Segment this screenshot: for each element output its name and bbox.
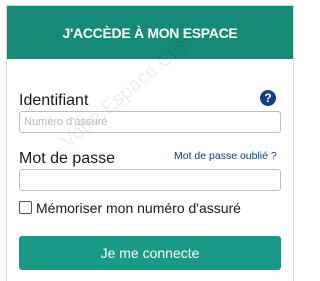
remember-label[interactable]: Mémoriser mon numéro d'assuré	[36, 200, 241, 216]
password-input[interactable]	[19, 169, 281, 191]
identifier-input[interactable]	[19, 111, 281, 133]
forgot-password-link[interactable]: Mot de passe oublié ?	[174, 150, 277, 162]
login-title: J'ACCÈDE À MON ESPACE	[62, 24, 238, 41]
login-card: J'ACCÈDE À MON ESPACE Votre Espace Clien…	[6, 5, 294, 281]
remember-checkbox[interactable]	[19, 201, 32, 214]
login-header: J'ACCÈDE À MON ESPACE	[7, 6, 293, 59]
help-icon[interactable]: ?	[260, 90, 276, 106]
password-label: Mot de passe	[19, 150, 116, 167]
identifier-label: Identifiant	[19, 92, 89, 109]
login-button[interactable]: Je me connecte	[19, 236, 281, 270]
